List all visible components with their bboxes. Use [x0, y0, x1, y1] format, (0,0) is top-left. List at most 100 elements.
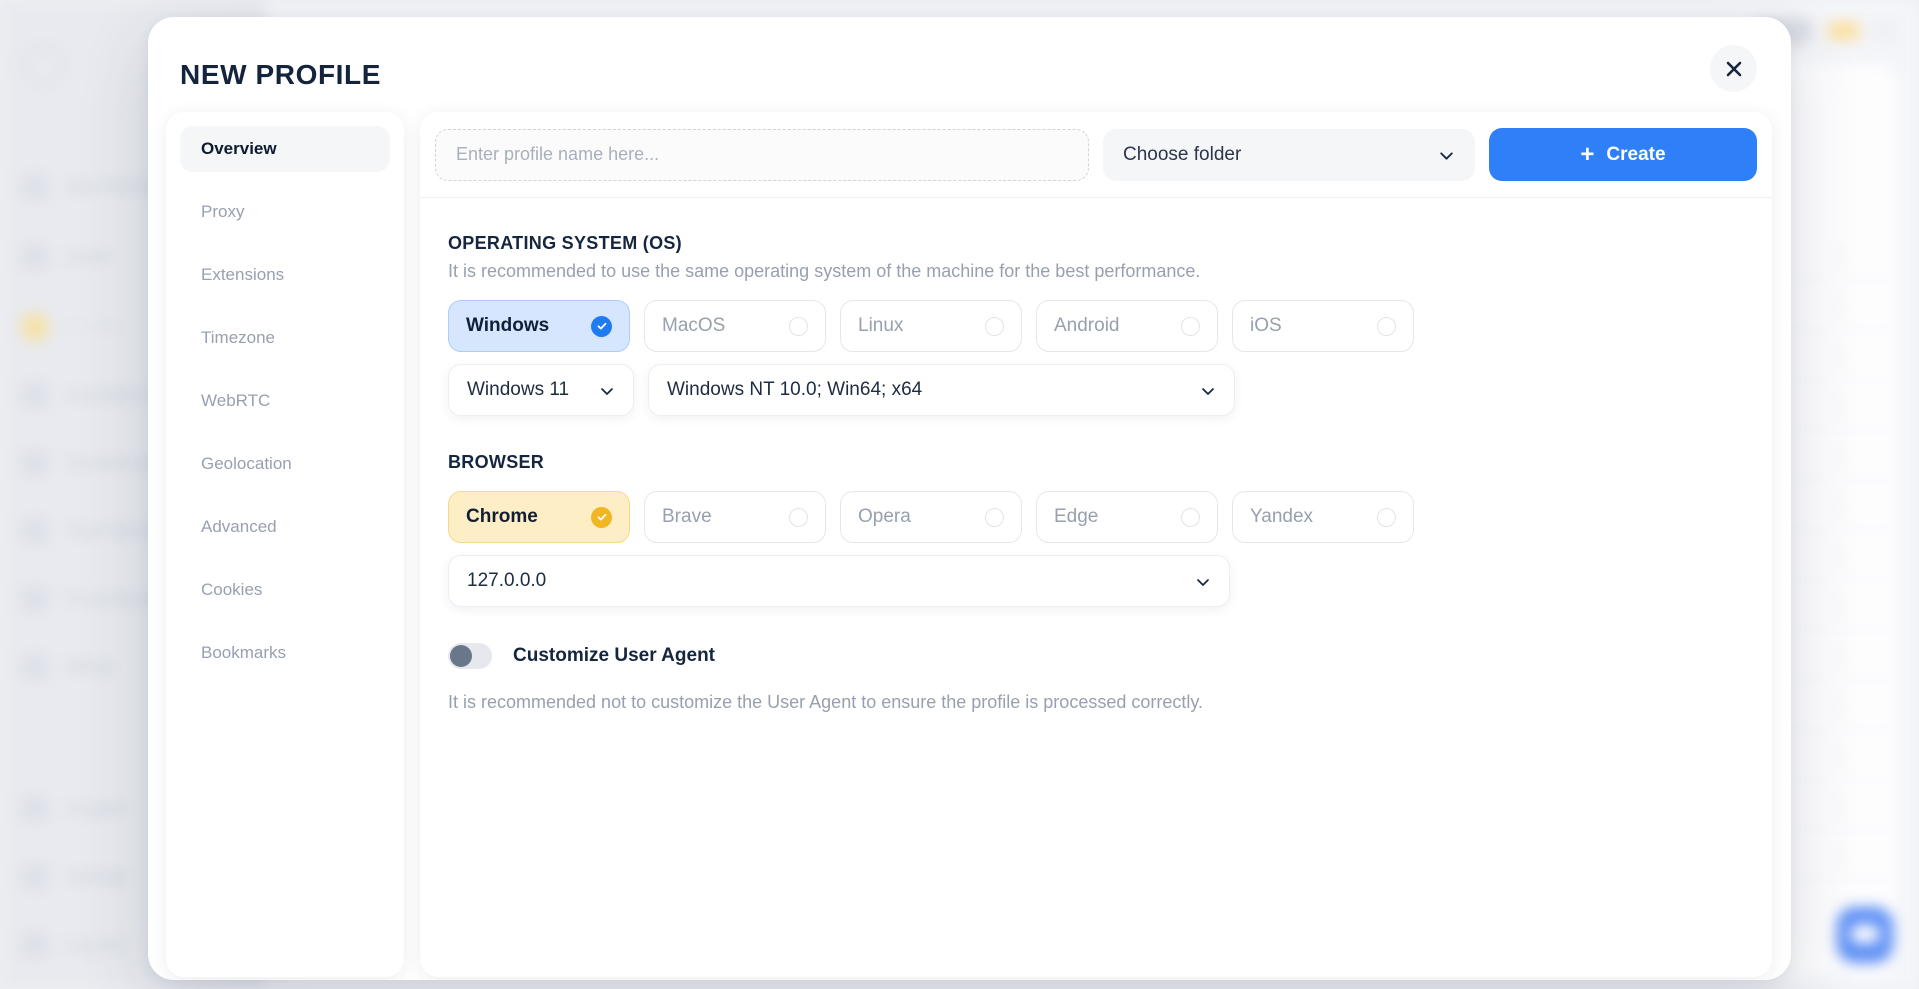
sparkle-icon	[22, 244, 48, 270]
page-title: NEW PROFILE	[180, 59, 382, 90]
grid-icon	[22, 314, 48, 340]
customize-user-agent-row: Customize User Agent	[448, 643, 1744, 669]
customize-user-agent-description: It is recommended not to customize the U…	[448, 692, 1204, 712]
bg-nav-label: Profiles	[66, 317, 123, 336]
overview-panel: Choose folder + Create OPERATING SYSTEM …	[420, 112, 1772, 977]
sidebar-item-cookies[interactable]: Cookies	[180, 567, 390, 613]
os-option-label: Android	[1054, 315, 1120, 336]
sidebar-item-label: Timezone	[201, 328, 276, 347]
billing-icon	[22, 654, 48, 680]
sidebar-item-webrtc[interactable]: WebRTC	[180, 378, 390, 424]
radio-icon	[985, 316, 1004, 336]
bg-nav-item-log-out: Log out	[22, 932, 123, 958]
bg-nav-item-settings: Settings	[22, 864, 127, 890]
sync-icon	[22, 450, 48, 476]
radio-icon	[789, 507, 808, 527]
chevron-down-icon	[1195, 574, 1211, 596]
sidebar-item-label: Proxy	[201, 202, 245, 221]
browser-section-title: BROWSER	[448, 452, 545, 472]
proxy-icon	[22, 586, 48, 612]
radio-icon	[1181, 316, 1200, 336]
radio-icon	[1377, 316, 1396, 336]
more-icon	[1837, 856, 1841, 860]
sidebar-item-timezone[interactable]: Timezone	[180, 315, 390, 361]
bg-nav-item-support: Support	[22, 796, 126, 822]
browser-version-select[interactable]: 127.0.0.0	[448, 555, 1230, 607]
radio-icon	[1181, 507, 1200, 527]
os-option-label: MacOS	[662, 315, 726, 336]
sidebar-item-label: Geolocation	[201, 454, 292, 473]
more-icon	[1837, 256, 1841, 260]
sidebar-item-label: Bookmarks	[201, 643, 287, 662]
sidebar-item-label: Overview	[201, 139, 277, 158]
os-section-description: It is recommended to use the same operat…	[448, 261, 1201, 281]
sidebar-item-label: Advanced	[201, 517, 277, 536]
os-option-android[interactable]: Android	[1036, 300, 1218, 352]
os-version-select[interactable]: Windows 11	[448, 364, 634, 416]
os-option-label: Linux	[858, 315, 904, 336]
bg-nav-item-synchronizer: Synchronizer	[22, 450, 165, 476]
os-option-macos[interactable]: MacOS	[644, 300, 826, 352]
browser-option-chrome[interactable]: Chrome	[448, 491, 630, 543]
team-icon	[22, 518, 48, 544]
bg-nav-label: Settings	[66, 867, 128, 886]
sidebar-item-bookmarks[interactable]: Bookmarks	[180, 630, 390, 676]
more-icon	[1837, 306, 1841, 310]
sidebar-item-label: Extensions	[201, 265, 285, 284]
sidebar-item-advanced[interactable]: Advanced	[180, 504, 390, 550]
customize-user-agent-toggle[interactable]	[448, 643, 492, 669]
more-icon	[1837, 806, 1841, 810]
sidebar-item-overview[interactable]: Overview	[180, 126, 390, 172]
browser-option-opera[interactable]: Opera	[840, 491, 1022, 543]
more-icon	[1837, 706, 1841, 710]
more-icon	[1837, 656, 1841, 660]
more-icon	[1837, 756, 1841, 760]
os-option-label: iOS	[1250, 315, 1282, 336]
folder-select-label: Choose folder	[1123, 143, 1242, 165]
browser-options: Chrome Brave Opera Edge Yandex	[448, 491, 1744, 543]
bg-nav-label: Quick	[66, 247, 110, 266]
sidebar-item-proxy[interactable]: Proxy	[180, 189, 390, 235]
bg-nav-label: Billing	[66, 657, 112, 676]
browser-version-row: 127.0.0.0	[448, 555, 1744, 607]
customize-user-agent-label: Customize User Agent	[513, 645, 715, 666]
modal-sidebar: Overview Proxy Extensions Timezone WebRT…	[166, 112, 404, 977]
more-icon	[1837, 556, 1841, 560]
os-option-windows[interactable]: Windows	[448, 300, 630, 352]
chevron-down-icon	[1200, 383, 1216, 405]
create-button[interactable]: + Create	[1489, 128, 1757, 181]
new-profile-modal: NEW PROFILE Overview Proxy Extensions Ti…	[148, 17, 1791, 980]
os-option-ios[interactable]: iOS	[1232, 300, 1414, 352]
folder-select[interactable]: Choose folder	[1103, 128, 1475, 181]
bg-nav-item-automation: Automation	[22, 382, 152, 408]
sidebar-item-label: WebRTC	[201, 391, 271, 410]
more-icon	[1837, 406, 1841, 410]
bg-nav-label: Support	[66, 799, 126, 818]
radio-icon	[1377, 507, 1396, 527]
sidebar-item-geolocation[interactable]: Geolocation	[180, 441, 390, 487]
browser-option-brave[interactable]: Brave	[644, 491, 826, 543]
os-option-linux[interactable]: Linux	[840, 300, 1022, 352]
os-version-value: Windows 11	[467, 379, 570, 400]
browser-option-edge[interactable]: Edge	[1036, 491, 1218, 543]
profile-name-input[interactable]	[435, 128, 1089, 181]
sidebar-item-extensions[interactable]: Extensions	[180, 252, 390, 298]
close-icon[interactable]	[1710, 45, 1757, 92]
browser-option-label: Brave	[662, 506, 712, 527]
panel-body: OPERATING SYSTEM (OS) It is recommended …	[420, 198, 1772, 977]
chat-bubble-icon	[1837, 907, 1893, 963]
os-option-label: Windows	[466, 315, 550, 336]
bg-theme-toggle	[1827, 22, 1861, 40]
browser-version-value: 127.0.0.0	[467, 570, 547, 591]
os-user-agent-select[interactable]: Windows NT 10.0; Win64; x64	[648, 364, 1235, 416]
bg-nav-item-new-profile: New Profile	[22, 174, 153, 200]
browser-option-yandex[interactable]: Yandex	[1232, 491, 1414, 543]
chevron-down-icon	[1438, 147, 1455, 170]
browser-option-label: Yandex	[1250, 506, 1314, 527]
logout-icon	[22, 932, 48, 958]
radio-icon	[985, 507, 1004, 527]
create-button-label: Create	[1606, 143, 1666, 165]
gear-icon	[22, 864, 48, 890]
bg-nav-item-profiles: Profiles	[22, 314, 123, 340]
browser-option-label: Chrome	[466, 506, 538, 527]
